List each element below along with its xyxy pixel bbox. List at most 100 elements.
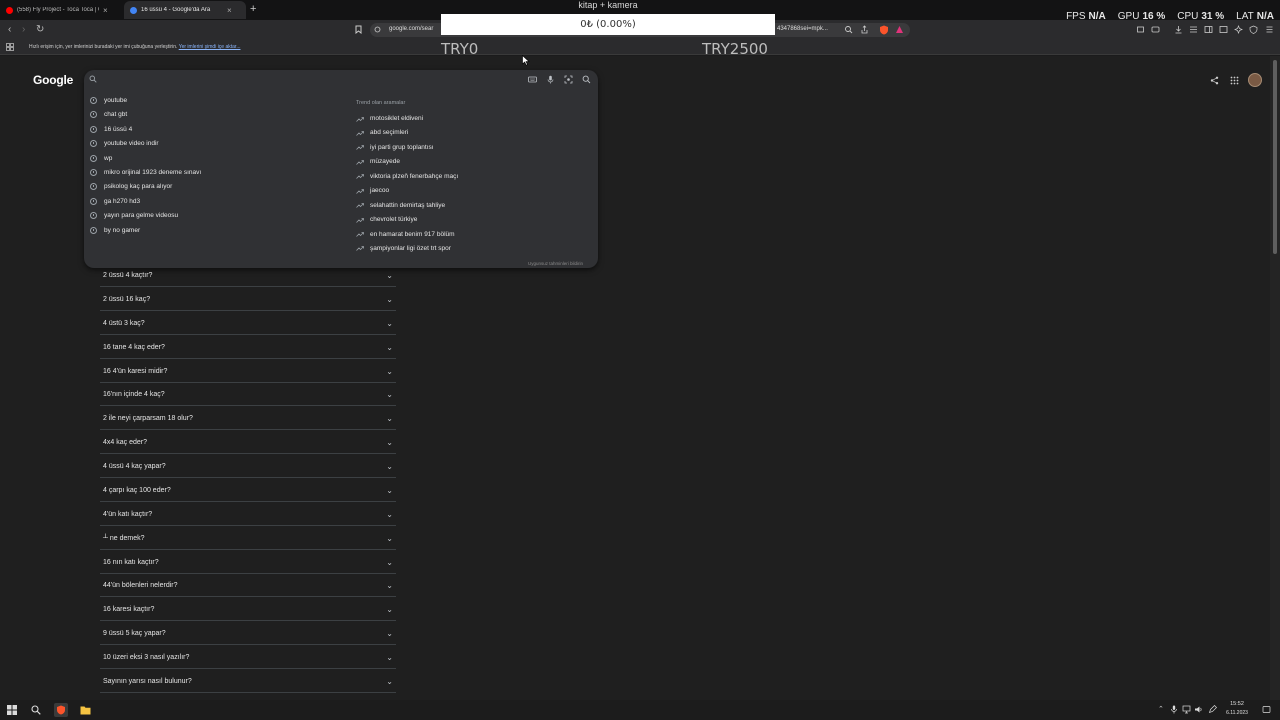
chevron-down-icon[interactable]: ⌄ [386,629,393,638]
chevron-down-icon[interactable]: ⌄ [386,581,393,590]
chevron-down-icon[interactable]: ⌄ [386,367,393,376]
taskbar-search-icon[interactable] [31,705,41,715]
wallet-icon[interactable] [1151,25,1160,34]
site-info-icon[interactable] [374,26,383,35]
clock-time[interactable]: 15:52 [1224,701,1250,707]
report-predictions-link[interactable]: Uygunsuz tahminleri bildirin [528,261,583,266]
chevron-down-icon[interactable]: ⌄ [386,605,393,614]
trending-suggestion[interactable]: abd seçimleri [356,127,408,138]
trending-suggestion[interactable]: motosiklet eldiveni [356,113,423,124]
related-question[interactable]: 4'ün katı kaçtır? ⌄ [100,504,396,526]
chevron-down-icon[interactable]: ⌄ [386,271,393,280]
chevron-down-icon[interactable]: ⌄ [386,390,393,399]
related-question[interactable]: 16 tane 4 kaç eder? ⌄ [100,337,396,359]
microphone-tray-icon[interactable] [1170,705,1178,714]
trending-suggestion[interactable]: müzayede [356,156,400,167]
pen-icon[interactable] [1208,705,1217,714]
related-question[interactable]: 16 nın katı kaçtır? ⌄ [100,552,396,574]
zoom-icon[interactable] [844,25,853,34]
chevron-down-icon[interactable]: ⌄ [386,319,393,328]
trending-suggestion[interactable]: jaecoo [356,185,389,196]
close-icon[interactable]: × [103,6,108,15]
avatar[interactable] [1248,73,1262,87]
history-suggestion[interactable]: wp [90,153,112,164]
history-suggestion[interactable]: mikro orijinal 1923 deneme sınavı [90,167,201,178]
forward-button[interactable]: › [22,24,25,35]
bookmark-icon[interactable] [354,25,363,34]
google-logo[interactable]: Google [33,73,73,87]
google-apps-icon[interactable] [1230,76,1239,85]
extension-icon[interactable] [1136,25,1145,34]
related-question[interactable]: 4 üstü 3 kaç? ⌄ [100,313,396,335]
menu-icon[interactable] [1265,25,1274,34]
microphone-icon[interactable] [546,75,555,84]
brave-taskbar-button[interactable] [54,703,68,717]
related-question[interactable]: 4x4 kaç eder? ⌄ [100,432,396,455]
related-question[interactable]: 4 üssü 4 kaç yapar? ⌄ [100,456,396,479]
reload-button[interactable]: ↻ [36,24,44,35]
back-button[interactable]: ‹ [8,24,11,35]
chevron-down-icon[interactable]: ⌄ [386,653,393,662]
new-tab-button[interactable]: + [250,3,256,15]
chevron-down-icon[interactable]: ⌄ [386,486,393,495]
trending-suggestion[interactable]: en hamarat benim 917 bölüm [356,229,455,240]
related-question[interactable]: 4 çarpı kaç 100 eder? ⌄ [100,480,396,502]
trending-suggestion[interactable]: şampiyonlar ligi özet trt spor [356,243,451,254]
chevron-down-icon[interactable]: ⌄ [386,510,393,519]
brave-shield-icon[interactable] [879,25,888,35]
start-icon[interactable] [7,705,17,715]
bookmarks-icon[interactable] [1189,25,1198,34]
apps-icon[interactable] [6,43,14,51]
chevron-down-icon[interactable]: ⌄ [386,534,393,543]
trending-suggestion[interactable]: chevrolet türkiye [356,214,417,225]
trending-suggestion[interactable]: selahattin demirtaş tahliye [356,200,445,211]
related-question[interactable]: 9 üssü 5 kaç yapar? ⌄ [100,623,396,646]
tab-google-search[interactable]: 16 üssü 4 - Google'da Ara × [124,1,246,19]
volume-icon[interactable] [1194,705,1203,714]
file-explorer-icon[interactable] [80,705,91,715]
related-question[interactable]: 2 üssü 4 kaçtır? ⌄ [100,265,396,287]
related-question[interactable]: 10 üzeri eksi 3 nasıl yazılır? ⌄ [100,647,396,670]
related-question[interactable]: 16 4'ün karesi midir? ⌄ [100,361,396,383]
scrollbar-thumb[interactable] [1273,60,1277,254]
lens-icon[interactable] [564,75,573,84]
history-suggestion[interactable]: chat gbt [90,109,127,120]
chevron-down-icon[interactable]: ⌄ [386,677,393,686]
history-suggestion[interactable]: youtube [90,95,127,106]
import-bookmarks-link[interactable]: Yer imlerini şimdi içe aktar... [179,44,241,50]
network-icon[interactable] [1182,705,1191,714]
clock-date[interactable]: 6.11.2023 [1224,710,1250,716]
chevron-down-icon[interactable]: ⌄ [386,558,393,567]
history-suggestion[interactable]: psikolog kaç para alıyor [90,181,172,192]
chevron-down-icon[interactable]: ⌄ [386,295,393,304]
history-suggestion[interactable]: 16 üssü 4 [90,124,132,135]
notification-icon[interactable] [1262,705,1271,714]
keyboard-icon[interactable] [528,75,537,84]
history-suggestion[interactable]: youtube video indir [90,138,159,149]
leo-icon[interactable] [1234,25,1243,34]
search-submit-icon[interactable] [582,75,591,84]
tab-search-icon[interactable] [1219,25,1228,34]
chevron-down-icon[interactable]: ⌄ [386,343,393,352]
trending-suggestion[interactable]: viktoria plzeň fenerbahçe maçı [356,171,458,182]
chevron-down-icon[interactable]: ⌄ [386,414,393,423]
sidebar-icon[interactable] [1204,25,1213,34]
related-question[interactable]: 2 üssü 16 kaç? ⌄ [100,289,396,311]
download-icon[interactable] [1174,25,1183,34]
related-question[interactable]: 16 karesi kaçtır? ⌄ [100,599,396,622]
tray-chevron-icon[interactable]: ⌃ [1158,705,1164,713]
history-suggestion[interactable]: yayın para gelme videosu [90,210,178,221]
rewards-icon[interactable] [895,25,904,34]
search-input[interactable] [100,73,520,85]
close-icon[interactable]: × [227,6,232,15]
vpn-icon[interactable] [1249,25,1258,34]
history-suggestion[interactable]: by no gamer [90,225,140,236]
related-question[interactable]: ┴ ne demek? ⌄ [100,528,396,550]
trending-suggestion[interactable]: iyi parti grup toplantısı [356,142,434,153]
chevron-down-icon[interactable]: ⌄ [386,438,393,447]
related-question[interactable]: 44'ün bölenleri nelerdir? ⌄ [100,575,396,598]
share-icon[interactable] [1210,76,1219,85]
chevron-down-icon[interactable]: ⌄ [386,462,393,471]
tab-youtube[interactable]: (558) Fly Project - Toca Toca | Offi × [0,1,124,19]
share-icon[interactable] [860,25,869,34]
